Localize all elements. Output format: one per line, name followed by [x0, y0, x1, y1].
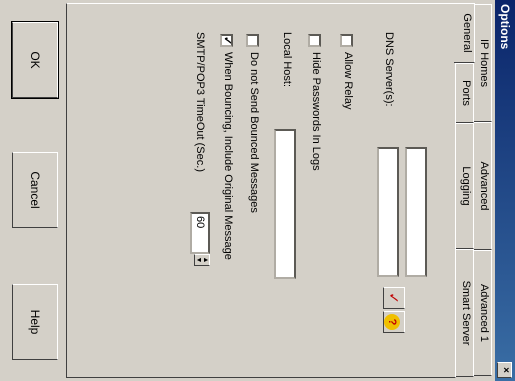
- allow-relay-label: Allow Relay: [342, 52, 354, 110]
- timeout-spinner[interactable]: ▲ ▼: [194, 254, 210, 266]
- spin-up-icon[interactable]: ▲: [202, 255, 209, 265]
- allow-relay-checkbox[interactable]: [340, 34, 353, 47]
- close-button[interactable]: ×: [497, 362, 512, 378]
- tab-smart-server[interactable]: Smart Server: [456, 249, 474, 377]
- cancel-button[interactable]: Cancel: [12, 152, 58, 228]
- dns-help-button[interactable]: ?: [383, 311, 405, 333]
- options-dialog: Options × IP Homes Advanced Advanced 1 G…: [0, 0, 515, 381]
- dns-server-2-field[interactable]: [377, 147, 399, 277]
- tab-logging[interactable]: Logging: [456, 123, 474, 249]
- include-original-checkbox[interactable]: ✓: [220, 34, 233, 47]
- tab-general[interactable]: General: [454, 3, 475, 63]
- hide-passwords-label: Hide Passwords In Logs: [310, 52, 322, 171]
- tab-advanced-1[interactable]: Advanced 1: [474, 250, 492, 376]
- ok-button[interactable]: OK: [11, 20, 59, 100]
- general-panel: DNS Server(s): ✓ ? Allow Relay Hide Pass…: [66, 3, 456, 378]
- title-bar[interactable]: Options ×: [495, 0, 515, 381]
- help-button[interactable]: Help: [12, 284, 58, 360]
- local-host-label: Local Host:: [281, 32, 293, 88]
- no-bounce-checkbox[interactable]: [246, 34, 259, 47]
- include-original-label: When Bouncing, Include Original Message: [222, 52, 234, 260]
- dns-servers-label: DNS Server(s):: [383, 32, 395, 107]
- dns-server-1-field[interactable]: [405, 147, 427, 277]
- checkmark-icon: ✓: [386, 292, 402, 304]
- timeout-label: SMTP/POP3 TimeOut (Sec.): [194, 32, 206, 172]
- local-host-field[interactable]: [274, 129, 296, 279]
- tab-advanced[interactable]: Advanced: [474, 122, 492, 250]
- tab-ports[interactable]: Ports: [456, 63, 474, 123]
- spin-down-icon[interactable]: ▼: [195, 255, 202, 265]
- check-dns-button[interactable]: ✓: [383, 287, 405, 309]
- hide-passwords-checkbox[interactable]: [308, 34, 321, 47]
- timeout-field[interactable]: 60: [190, 212, 210, 254]
- tab-ip-homes[interactable]: IP Homes: [474, 4, 492, 122]
- question-icon: ?: [384, 314, 400, 330]
- no-bounce-label: Do not Send Bounced Messages: [248, 52, 260, 213]
- window-title: Options: [498, 4, 512, 50]
